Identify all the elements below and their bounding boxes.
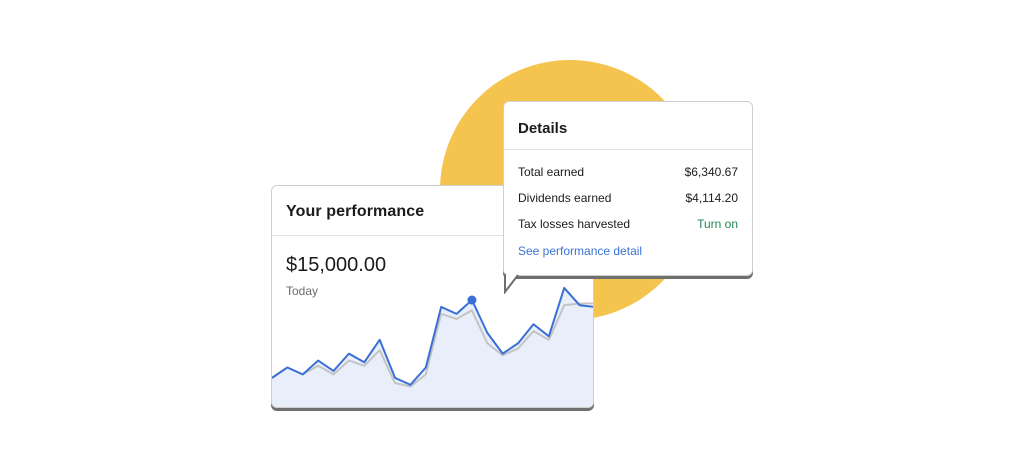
details-row-label: Total earned bbox=[518, 165, 585, 179]
chart-highlight-point[interactable] bbox=[467, 295, 477, 305]
details-row-label: Tax losses harvested bbox=[518, 217, 631, 231]
details-row-label: Dividends earned bbox=[518, 191, 612, 205]
turn-on-link[interactable]: Turn on bbox=[697, 217, 738, 231]
details-title: Details bbox=[504, 102, 752, 150]
details-row-value: $6,340.67 bbox=[684, 165, 738, 179]
illustration-stage: Your performance $15,000.00 Today Detail… bbox=[0, 0, 1024, 467]
details-row-value: $4,114.20 bbox=[685, 191, 739, 205]
details-card: Details Total earned $6,340.67 Dividends… bbox=[503, 101, 753, 276]
see-performance-detail-link[interactable]: See performance detail bbox=[518, 244, 642, 258]
callout-pointer bbox=[504, 274, 519, 294]
